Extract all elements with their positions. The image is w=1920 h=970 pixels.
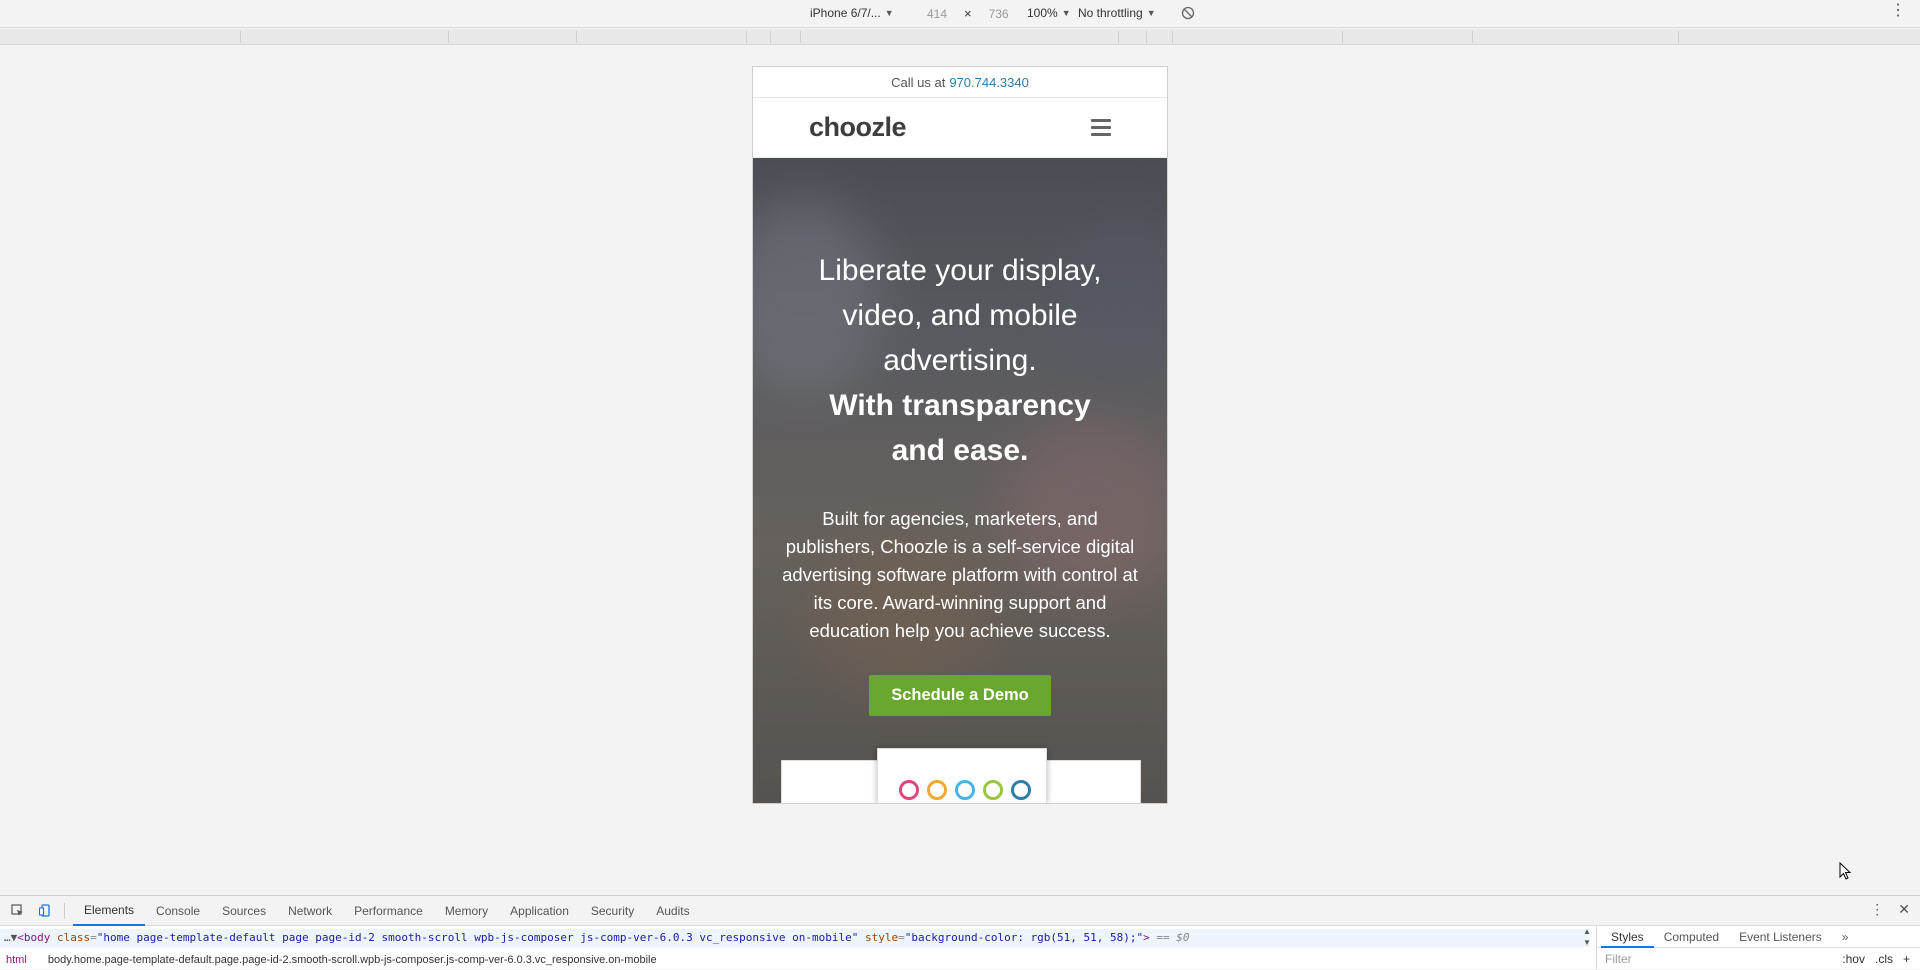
tab-application[interactable]: Application [499,896,580,926]
times-sign: × [964,6,972,21]
device-viewport: Call us at 970.744.3340 choozle Liberate… [752,66,1168,804]
hero-section: Liberate your display, video, and mobile… [753,158,1167,803]
tab-performance[interactable]: Performance [343,896,434,926]
tab-computed[interactable]: Computed [1654,926,1729,948]
device-select[interactable]: iPhone 6/7/... ▼ [810,6,894,20]
tab-styles[interactable]: Styles [1601,926,1654,948]
close-icon[interactable]: ✕ [1898,901,1910,918]
breadcrumb-root[interactable]: html [6,954,27,966]
call-bar: Call us at 970.744.3340 [753,67,1167,98]
headline-line: advertising. [883,344,1037,377]
devtools-tabbar: Elements Console Sources Network Perform… [0,896,1920,926]
headline-line: video, and mobile [842,299,1078,332]
headline-bold-line: With transparency [829,389,1091,422]
inspect-element-icon[interactable] [6,900,28,922]
height-input[interactable]: 736 [984,7,1014,21]
devtools-panel: Elements Console Sources Network Perform… [0,895,1920,970]
zoom-select[interactable]: 100% ▼ [1027,6,1071,20]
breadcrumb: html body.home.page-template-default.pag… [0,950,1590,970]
selected-dom-node[interactable]: …▼<body class="home page-template-defaul… [0,929,1590,947]
choozle-logo[interactable]: choozle [809,112,907,143]
more-tabs-icon[interactable]: » [1832,926,1859,948]
device-toggle-icon[interactable] [34,900,56,922]
rotate-button[interactable] [1181,6,1195,20]
mouse-cursor-icon [1839,862,1851,880]
headline-line: Liberate your display, [818,254,1102,287]
chevron-down-icon: ▼ [1061,8,1071,18]
rotate-icon [1181,6,1195,20]
schedule-demo-button[interactable]: Schedule a Demo [869,675,1051,716]
width-input[interactable]: 414 [922,7,952,21]
hero-subtext: Built for agencies, marketers, and publi… [782,508,1138,641]
styles-tabbar: Styles Computed Event Listeners » [1597,926,1920,948]
hero-content: Liberate your display, video, and mobile… [753,158,1167,716]
headline-bold-line: and ease. [891,434,1029,467]
styles-filter: Filter :hov .cls + [1597,948,1920,970]
tab-network[interactable]: Network [277,896,343,926]
expand-arrow[interactable]: …▼ [4,931,17,944]
chevron-down-icon: ▼ [884,8,894,18]
hero-headline: Liberate your display, video, and mobile… [775,248,1145,473]
device-name: iPhone 6/7/... [810,6,881,20]
tab-memory[interactable]: Memory [434,896,499,926]
add-rule-button[interactable]: + [1903,952,1910,966]
call-label: Call us at [891,74,946,90]
hamburger-menu-icon[interactable] [1091,119,1111,136]
tab-console[interactable]: Console [145,896,211,926]
throttling-select[interactable]: No throttling ▼ [1078,6,1156,20]
breadcrumb-body[interactable]: body.home.page-template-default.page.pag… [48,954,657,966]
phone-link[interactable]: 970.744.3340 [949,75,1029,90]
throttling-value: No throttling [1078,6,1143,20]
tab-security[interactable]: Security [580,896,645,926]
chevron-down-icon: ▼ [1146,8,1156,18]
tab-elements[interactable]: Elements [73,896,146,926]
styles-pane: Styles Computed Event Listeners » Filter… [1596,926,1920,970]
scroll-arrows-icon[interactable]: ▲ ▼ [1580,926,1594,950]
tab-sources[interactable]: Sources [211,896,277,926]
hov-toggle[interactable]: :hov [1842,952,1865,966]
more-options-icon[interactable]: ⋮ [1890,3,1906,19]
dimensions: 414 × 736 [922,6,1014,21]
tab-audits[interactable]: Audits [645,896,700,926]
tab-event-listeners[interactable]: Event Listeners [1729,926,1832,948]
dashboard-screenshot [781,748,1141,803]
filter-input[interactable]: Filter [1605,952,1632,966]
site-header: choozle [753,98,1167,158]
media-query-ruler [0,29,1920,45]
device-toolbar: iPhone 6/7/... ▼ 414 × 736 100% ▼ No thr… [0,0,1920,28]
cls-toggle[interactable]: .cls [1875,952,1893,966]
zoom-value: 100% [1027,6,1058,20]
devtools-menu-icon[interactable]: ⋮ [1870,901,1884,918]
